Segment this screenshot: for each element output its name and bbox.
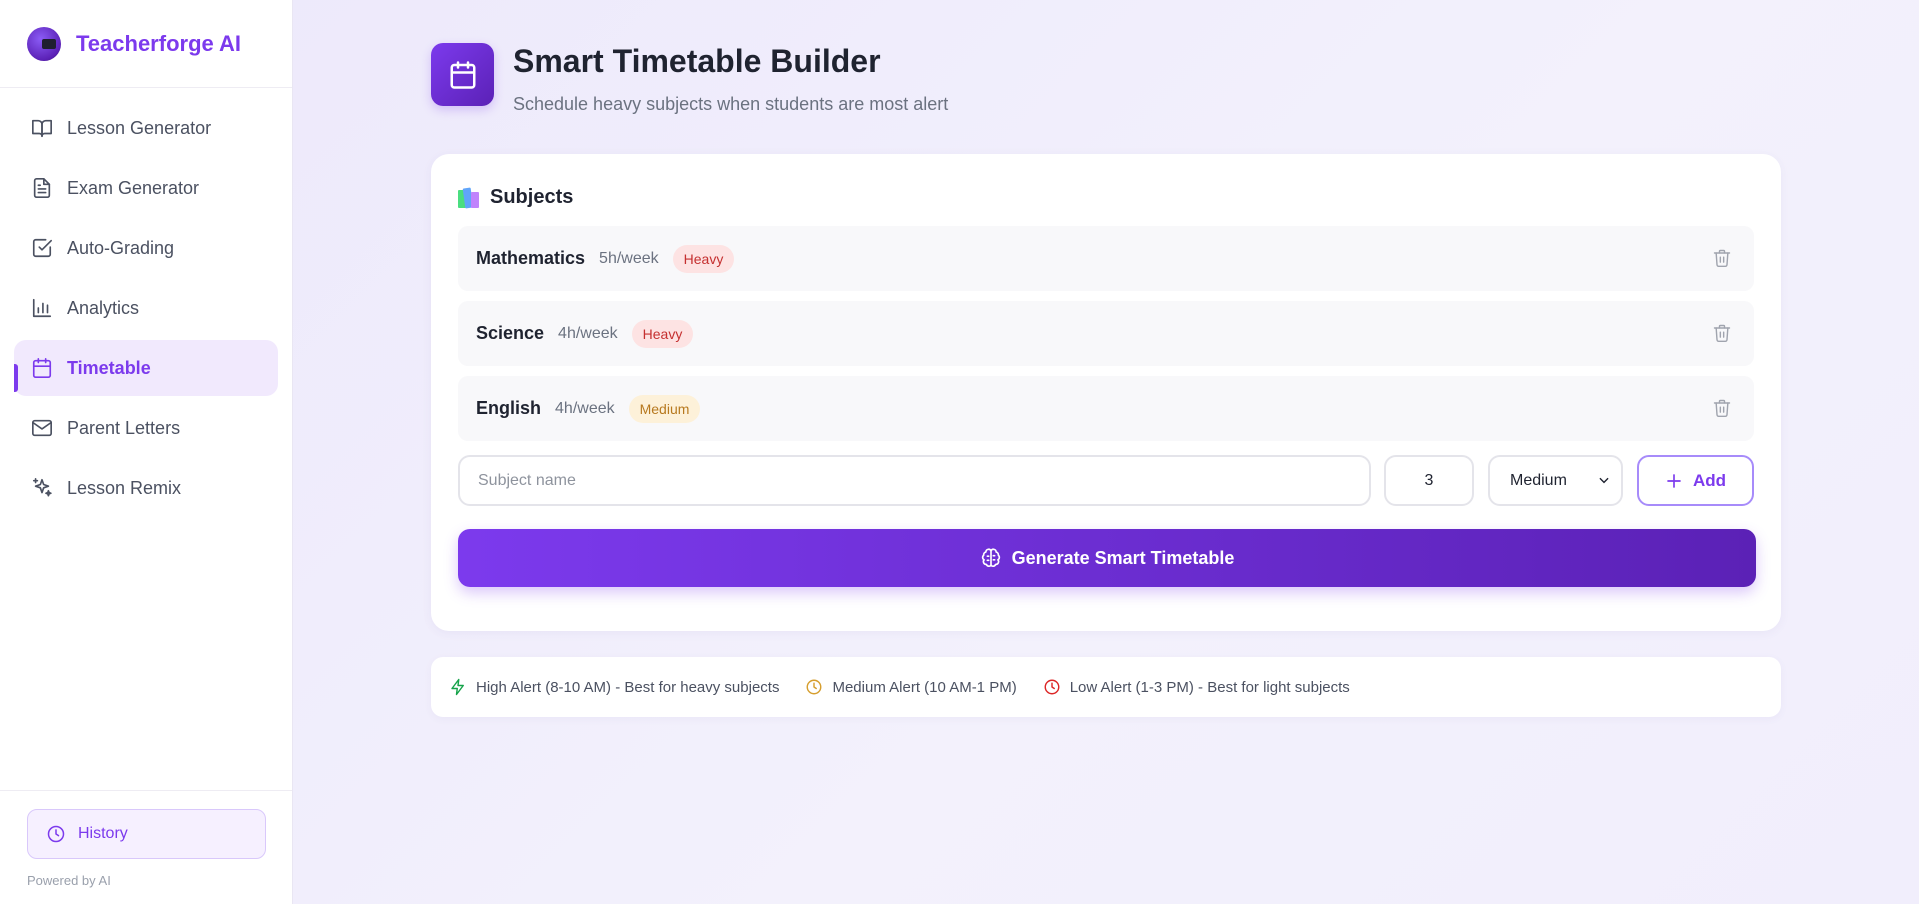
hours-per-week-input[interactable]: 3	[1384, 455, 1474, 506]
sidebar-item-auto-grading[interactable]: Auto-Grading	[14, 220, 278, 276]
subjects-title-text: Subjects	[490, 185, 574, 208]
sidebar-item-label: Exam Generator	[67, 177, 200, 198]
subject-row-mathematics: Mathematics 5h/week Heavy	[458, 226, 1754, 291]
main-content: Smart Timetable Builder Schedule heavy s…	[293, 0, 1919, 904]
book-open-icon	[32, 119, 52, 138]
brain-icon	[981, 548, 1000, 568]
mail-icon	[32, 419, 52, 437]
generate-button-label: Generate Smart Timetable	[1011, 547, 1235, 568]
subject-hours: 4h/week	[555, 399, 615, 417]
checkbox-icon	[32, 238, 52, 258]
intensity-badge: Heavy	[631, 319, 694, 348]
teacherforge-logo-icon	[27, 26, 61, 61]
sidebar-item-analytics[interactable]: Analytics	[14, 280, 278, 336]
delete-subject-button[interactable]	[1712, 248, 1732, 268]
powered-by-text: Powered by AI	[27, 873, 111, 888]
plus-icon	[1667, 473, 1681, 488]
chevron-down-icon	[1597, 473, 1611, 487]
alertness-legend: High Alert (8-10 AM) - Best for heavy su…	[431, 657, 1781, 717]
sidebar-item-label: Parent Letters	[67, 417, 181, 438]
intensity-selected-value: Medium	[1510, 471, 1567, 489]
sidebar-item-lesson-remix[interactable]: Lesson Remix	[14, 460, 278, 516]
intensity-badge: Heavy	[672, 244, 735, 273]
subject-name-input[interactable]	[458, 455, 1371, 506]
header-calendar-badge	[431, 43, 494, 106]
legend-medium-text: Medium Alert (10 AM-1 PM)	[832, 678, 1017, 696]
subject-hours: 4h/week	[558, 324, 618, 342]
subject-hours: 5h/week	[599, 249, 659, 267]
history-label: History	[78, 825, 128, 842]
subjects-card-title: Subjects	[458, 182, 1754, 212]
add-subject-button[interactable]: Add	[1637, 455, 1754, 506]
history-button[interactable]: History	[27, 809, 266, 859]
clock-icon	[47, 825, 65, 843]
calendar-icon	[32, 358, 52, 378]
trash-icon	[1713, 249, 1731, 268]
sidebar-item-label: Timetable	[67, 357, 151, 378]
legend-high-text: High Alert (8-10 AM) - Best for heavy su…	[476, 678, 780, 696]
generate-timetable-button[interactable]: Generate Smart Timetable	[458, 529, 1756, 587]
page-subtitle: Schedule heavy subjects when students ar…	[513, 94, 949, 114]
legend-low-alert: Low Alert (1-3 PM) - Best for light subj…	[1043, 678, 1350, 696]
intensity-badge: Medium	[628, 394, 701, 423]
calendar-icon	[450, 60, 475, 89]
add-button-label: Add	[1692, 470, 1727, 490]
sidebar-item-label: Auto-Grading	[67, 237, 175, 258]
legend-high-alert: High Alert (8-10 AM) - Best for heavy su…	[449, 678, 779, 696]
sidebar-item-label: Lesson Generator	[67, 117, 212, 138]
brand-name: Teacherforge AI	[76, 30, 242, 56]
delete-subject-button[interactable]	[1712, 323, 1732, 343]
header-text: Smart Timetable Builder Schedule heavy s…	[513, 43, 948, 115]
intensity-select[interactable]: Medium	[1488, 455, 1623, 506]
books-icon	[458, 186, 482, 209]
sidebar-item-lesson-generator[interactable]: Lesson Generator	[14, 100, 278, 156]
trash-icon	[1713, 399, 1731, 418]
subject-name: Science	[476, 323, 545, 343]
page-header: Smart Timetable Builder Schedule heavy s…	[431, 43, 948, 115]
delete-subject-button[interactable]	[1712, 398, 1732, 418]
subject-row-english: English 4h/week Medium	[458, 376, 1754, 441]
sidebar: Teacherforge AI Lesson Generator Exam Ge…	[0, 0, 293, 904]
sidebar-item-timetable[interactable]: Timetable	[14, 340, 278, 396]
legend-medium-alert: Medium Alert (10 AM-1 PM)	[805, 678, 1017, 696]
sidebar-item-label: Lesson Remix	[67, 477, 182, 498]
subject-name: English	[476, 398, 542, 418]
subjects-card: Subjects Mathematics 5h/week Heavy Scien…	[431, 154, 1781, 631]
sidebar-item-exam-generator[interactable]: Exam Generator	[14, 160, 278, 216]
add-subject-form: 3 Medium Add	[458, 455, 1754, 506]
sidebar-nav: Lesson Generator Exam Generator Auto-Gra…	[0, 88, 292, 516]
brand[interactable]: Teacherforge AI	[0, 0, 292, 88]
legend-low-text: Low Alert (1-3 PM) - Best for light subj…	[1069, 678, 1350, 696]
subject-row-science: Science 4h/week Heavy	[458, 301, 1754, 366]
clock-icon	[1044, 679, 1060, 695]
sparkles-icon	[32, 478, 52, 497]
clock-icon	[807, 679, 822, 695]
document-icon	[33, 178, 51, 198]
lightning-icon	[451, 678, 464, 696]
bar-chart-icon	[32, 298, 52, 318]
sidebar-item-parent-letters[interactable]: Parent Letters	[14, 400, 278, 456]
page-title: Smart Timetable Builder	[513, 43, 881, 79]
subject-name: Mathematics	[476, 248, 586, 268]
trash-icon	[1713, 324, 1731, 343]
sidebar-item-label: Analytics	[67, 297, 140, 318]
sidebar-footer: History Powered by AI	[0, 790, 292, 904]
subject-list: Mathematics 5h/week Heavy Science 4h/wee…	[458, 226, 1754, 441]
